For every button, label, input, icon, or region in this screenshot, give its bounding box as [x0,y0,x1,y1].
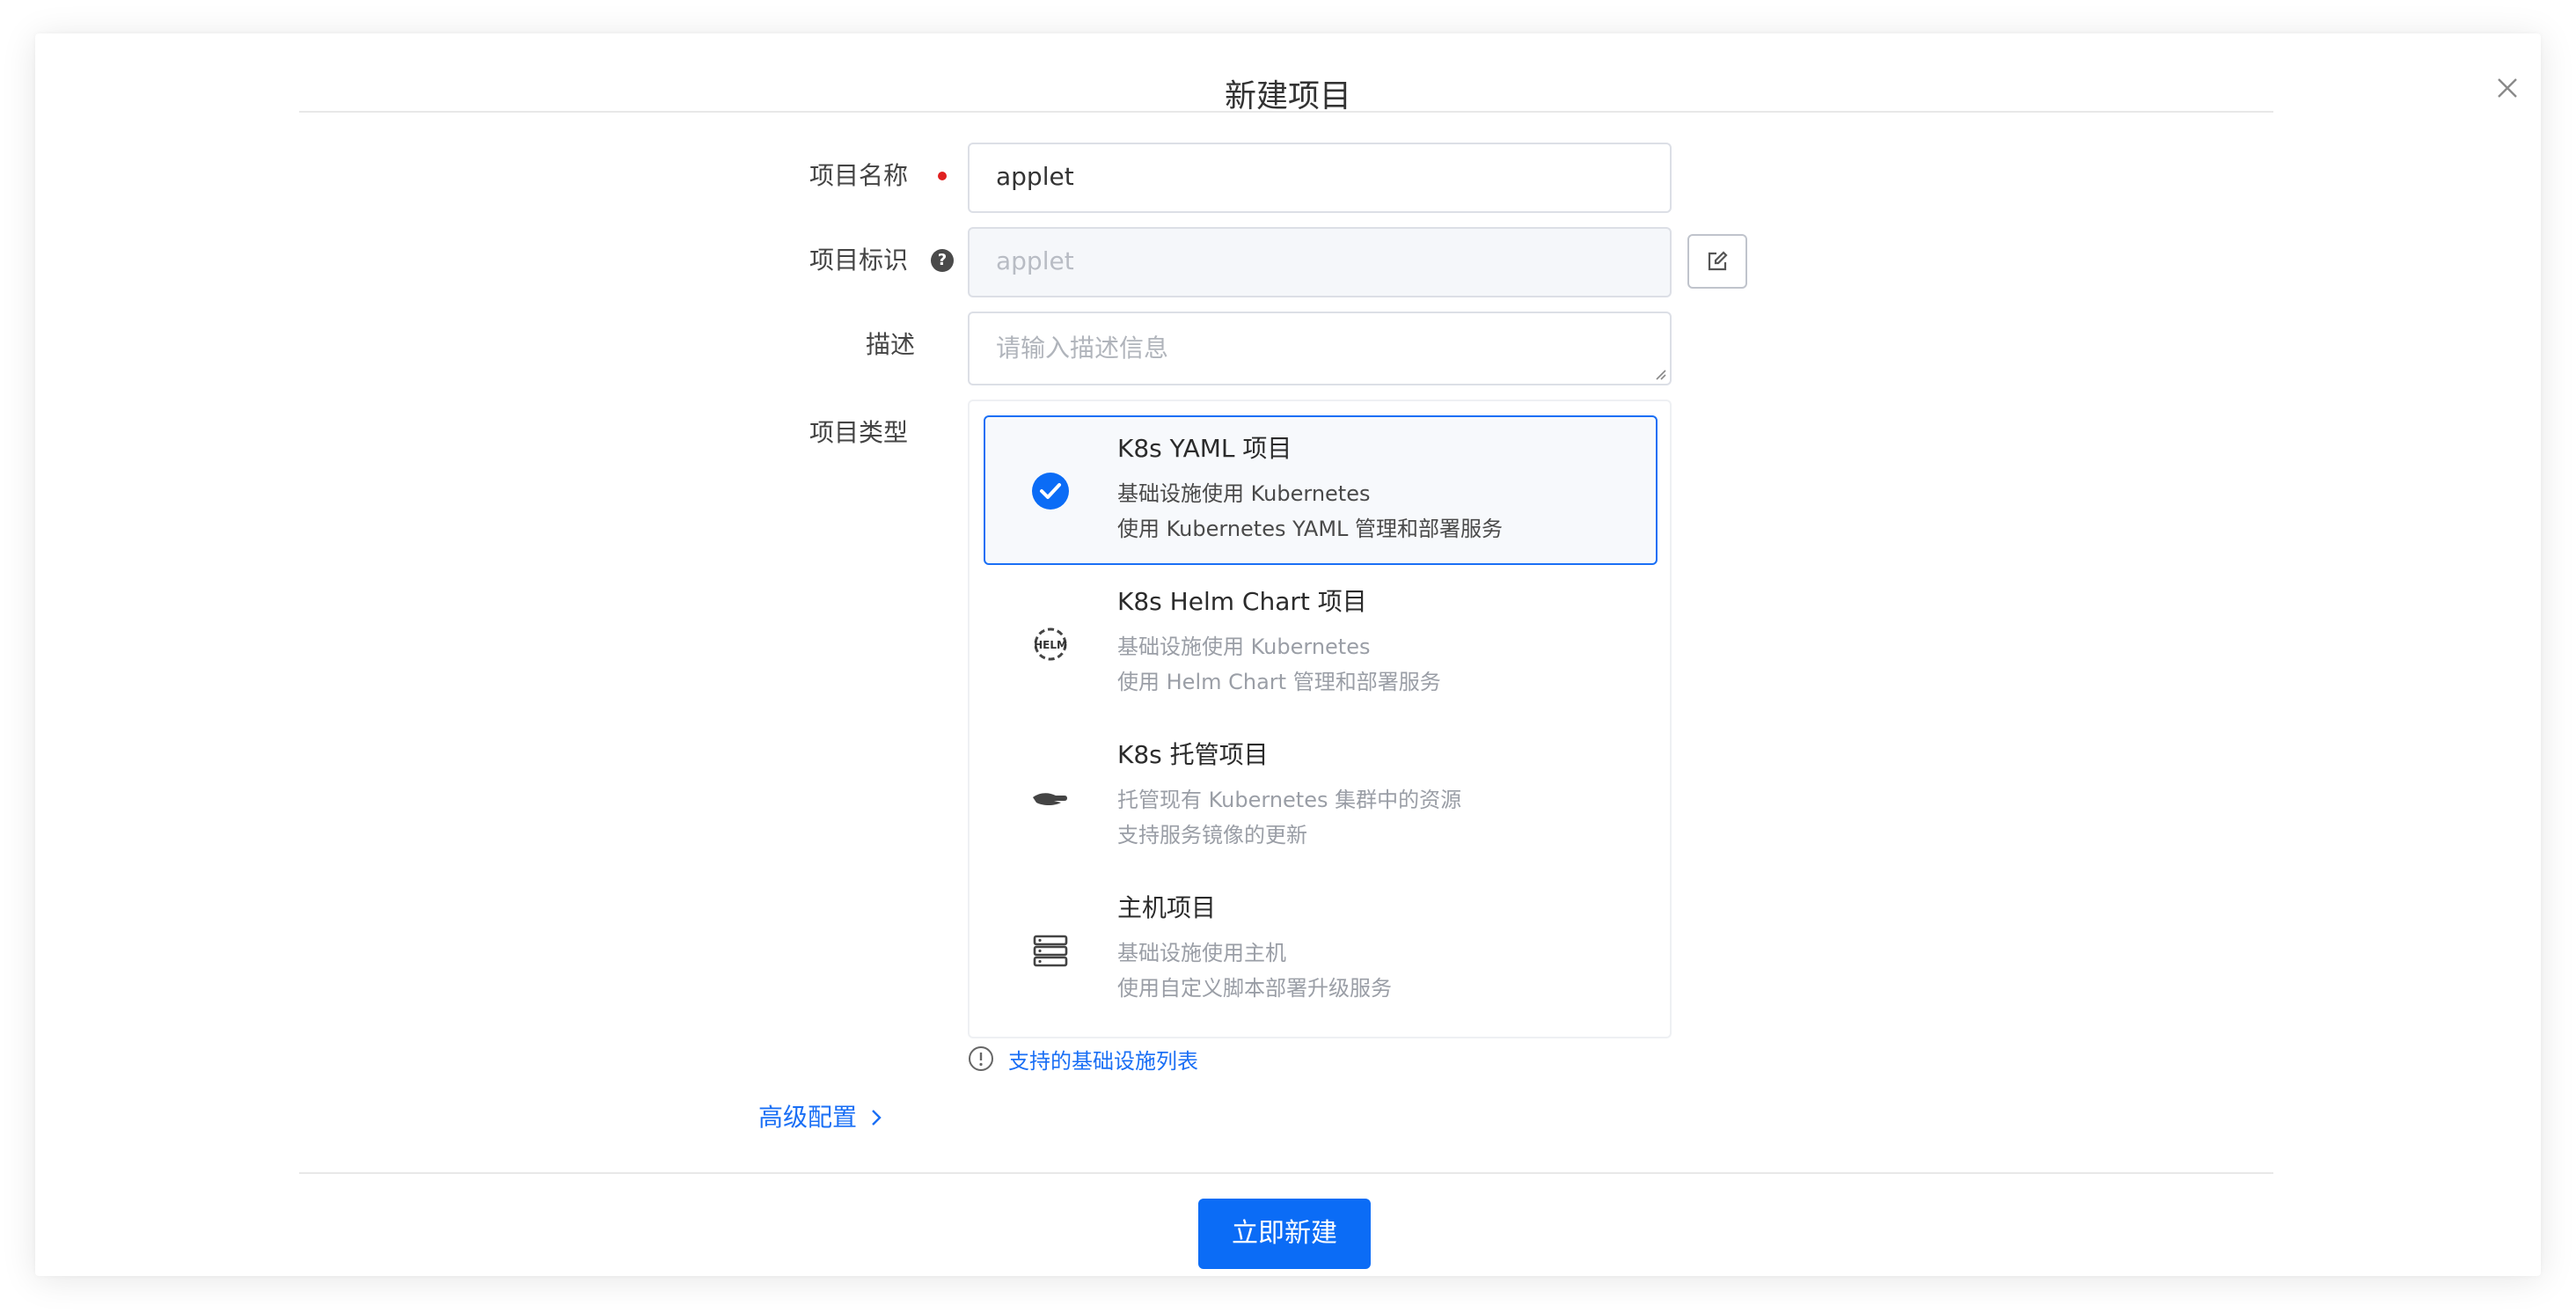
infra-list-link[interactable]: 支持的基础设施列表 [1008,1044,1198,1075]
type-name: 主机项目 [1117,893,1217,922]
type-desc-line1: 托管现有 Kubernetes 集群中的资源 [1117,788,1462,812]
advanced-config-label: 高级配置 [758,1103,858,1132]
type-desc-line2: 使用 Kubernetes YAML 管理和部署服务 [1117,517,1504,541]
type-desc-line1: 基础设施使用主机 [1117,941,1286,965]
info-icon [968,1045,994,1072]
create-now-button[interactable]: 立即新建 [1198,1199,1371,1269]
description-label: 描述 [866,330,916,359]
project-type-label: 项目类型 [809,418,909,447]
helm-icon: HELM [1029,623,1072,665]
type-name: K8s YAML 项目 [1117,434,1292,463]
type-desc-line2: 使用 Helm Chart 管理和部署服务 [1117,670,1441,694]
help-icon[interactable]: ? [931,249,954,272]
project-identifier-input: applet [968,227,1672,297]
footer-divider [299,1172,2273,1174]
project-identifier-label: 项目标识 [809,246,909,275]
project-type-k8s-yaml[interactable]: K8s YAML 项目 基础设施使用 Kubernetes 使用 Kuberne… [984,415,1658,565]
project-type-k8s-hosted[interactable]: K8s 托管项目 托管现有 Kubernetes 集群中的资源 支持服务镜像的更… [984,722,1658,871]
project-type-k8s-helm[interactable]: HELM K8s Helm Chart 项目 基础设施使用 Kubernetes… [984,568,1658,718]
project-type-host[interactable]: 主机项目 基础设施使用主机 使用自定义脚本部署升级服务 [984,875,1658,1024]
type-desc-line2: 支持服务镜像的更新 [1117,823,1307,847]
advanced-config-toggle[interactable]: 高级配置 [758,1100,883,1135]
svg-text:HELM: HELM [1034,639,1067,651]
type-desc-line1: 基础设施使用 Kubernetes [1117,634,1371,659]
edit-icon [1706,250,1729,273]
project-type-list: K8s YAML 项目 基础设施使用 Kubernetes 使用 Kuberne… [968,400,1672,1038]
check-circle-icon [1029,470,1072,512]
close-icon[interactable] [2481,62,2534,114]
project-name-label: 项目名称 [809,161,909,190]
resize-grip-icon[interactable] [1654,368,1666,380]
header-divider [299,111,2273,113]
infra-info-row: 支持的基础设施列表 [968,1044,1198,1074]
server-icon [1029,929,1072,972]
type-desc-line1: 基础设施使用 Kubernetes [1117,481,1371,506]
type-name: K8s 托管项目 [1117,740,1269,769]
chevron-right-icon [869,1107,883,1128]
edit-identifier-button[interactable] [1687,234,1747,289]
type-desc-line2: 使用自定义脚本部署升级服务 [1117,976,1392,1001]
description-placeholder: 请输入描述信息 [996,334,1169,363]
required-indicator [938,172,947,180]
project-name-input[interactable]: applet [968,143,1672,213]
hand-icon [1029,776,1072,818]
description-textarea[interactable]: 请输入描述信息 [968,312,1672,385]
type-name: K8s Helm Chart 项目 [1117,587,1367,616]
